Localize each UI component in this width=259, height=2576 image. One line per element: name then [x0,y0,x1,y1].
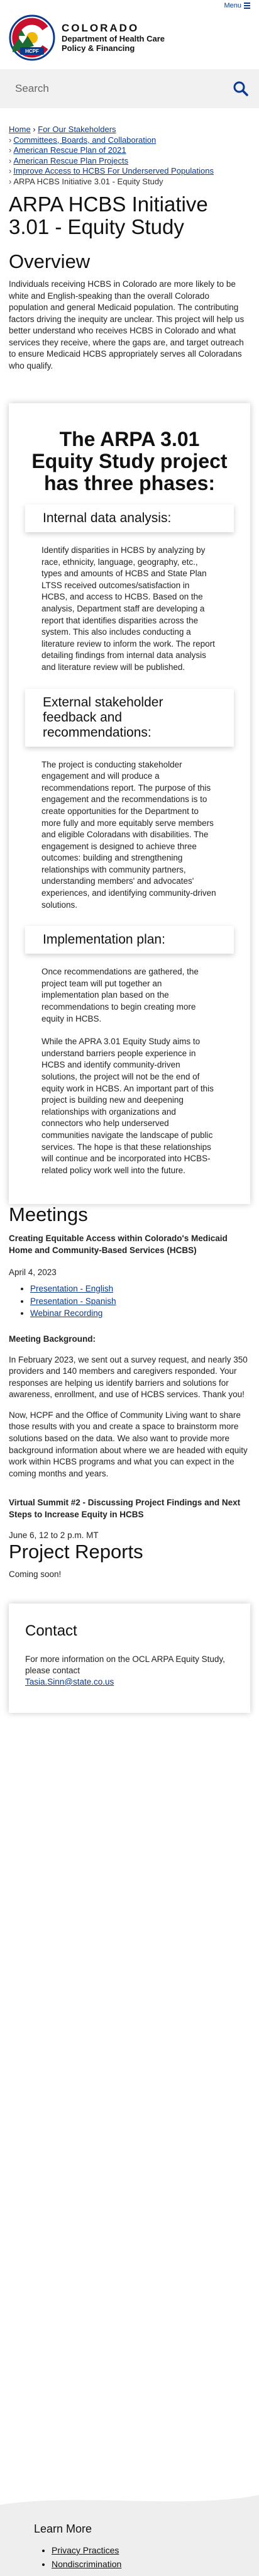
breadcrumb-separator: › [9,155,12,165]
breadcrumb-item[interactable]: American Rescue Plan Projects [13,156,128,165]
meeting-event-1-date: April 4, 2023 [9,1267,57,1277]
meetings-heading: Meetings [9,1203,88,1226]
footer-heading: Learn More [34,2523,92,2535]
site-footer: Learn More Privacy Practices Nondiscrimi… [0,2491,259,2576]
presentation-english-link[interactable]: Presentation - English [30,1284,113,1293]
breadcrumb-item[interactable]: Committees, Boards, and Collaboration [13,135,156,145]
breadcrumb-separator: › [9,166,12,176]
phase-internal-heading: Internal data analysis: [25,505,234,532]
menu-button[interactable]: Menu [224,1,250,10]
overview-heading: Overview [9,250,91,272]
project-reports-heading: Project Reports [9,1541,143,1563]
contact-heading: Contact [25,1622,77,1639]
contact-text: For more information on the OCL ARPA Equ… [25,1654,234,1688]
project-reports-text: Coming soon! [9,1570,62,1580]
phase-implementation-card: Implementation plan: Once recommendation… [25,926,234,1177]
breadcrumb-home[interactable]: Home [9,125,31,134]
phases-panel: The ARPA 3.01 Equity Study project has t… [9,403,250,1205]
breadcrumb-separator: › [30,125,38,134]
phases-title: The ARPA 3.01 Equity Study project has t… [31,428,228,494]
logo-dept-line1: Department of Health Care [62,33,165,43]
phase-external-text: The project is conducting stakeholder en… [41,759,216,910]
breadcrumb: Home › For Our Stakeholders › Committees,… [0,108,259,187]
search-bar [0,69,259,108]
meeting-links: Presentation - English Presentation - Sp… [30,1283,250,1320]
privacy-practices-link[interactable]: Privacy Practices [52,2545,119,2555]
meeting-background-label: Meeting Background: [9,1334,96,1344]
logo-text[interactable]: COLORADO Department of Health Care Polic… [62,22,165,53]
footer-wave-decoration [0,2491,259,2505]
breadcrumb-item[interactable]: For Our Stakeholders [38,125,116,134]
contact-card: Contact For more information on the OCL … [9,1603,250,1713]
phase-internal-card: Internal data analysis: Identify dispari… [25,505,234,674]
menu-label: Menu [224,2,241,9]
logo-badge-text: HCPF [25,48,39,54]
phase-internal-text: Identify disparities in HCBS by analyzin… [41,545,215,672]
page-title: ARPA HCBS Initiative 3.01 - Equity Study [9,192,208,238]
breadcrumb-separator: › [9,135,12,145]
webinar-recording-link[interactable]: Webinar Recording [30,1308,102,1318]
breadcrumb-separator: › [9,145,12,155]
search-icon[interactable] [233,81,249,97]
logo-dept-line2: Policy & Financing [62,43,135,53]
logo-state: COLORADO [62,22,140,35]
hamburger-icon [244,1,250,10]
colorado-logo[interactable]: HCPF [9,14,55,61]
overview-text: Individuals receiving HCBS in Colorado a… [9,279,245,371]
footer-learn-more: Learn More Privacy Practices Nondiscrimi… [34,2523,121,2571]
site-header: HCPF COLORADO Department of Health Care … [0,11,259,69]
phase-implementation-heading: Implementation plan: [25,926,234,954]
meeting-event-1: Creating Equitable Access within Colorad… [0,1225,259,1541]
meeting-event-2-date: June 6, 12 to 2 p.m. MT [9,1530,99,1540]
phase-implementation-text: Once recommendations are gathered, the p… [41,967,199,1023]
nondiscrimination-link[interactable]: Nondiscrimination [52,2559,121,2569]
contact-email-link[interactable]: Tasia.Sinn@state.co.us [25,1677,114,1687]
meeting-event-2-title: Virtual Summit #2 - Discussing Project F… [9,1498,241,1520]
breadcrumb-item[interactable]: Improve Access to HCBS For Underserved P… [13,166,214,176]
breadcrumb-item[interactable]: American Rescue Plan of 2021 [13,145,126,155]
contact-description: For more information on the OCL ARPA Equ… [25,1654,225,1675]
meeting-background-text-1: In February 2023, we sent out a survey r… [9,1354,248,1400]
phase-external-heading: External stakeholder feedback and recomm… [25,689,234,747]
phase-implementation-text-2: While the APRA 3.01 Equity Study aims to… [41,1037,214,1175]
meeting-event-1-title: Creating Equitable Access within Colorad… [9,1234,228,1255]
phase-external-card: External stakeholder feedback and recomm… [25,688,234,912]
colorado-c-logo-icon: HCPF [9,14,55,61]
presentation-spanish-link[interactable]: Presentation - Spanish [30,1296,116,1306]
top-bar: Menu [0,0,259,11]
breadcrumb-separator: › [9,176,12,186]
search-input[interactable] [15,82,204,95]
breadcrumb-current: ARPA HCBS Initiative 3.01 - Equity Study [13,176,163,186]
meeting-background-text-2: Now, HCPF and the Office of Community Li… [9,1410,248,1478]
